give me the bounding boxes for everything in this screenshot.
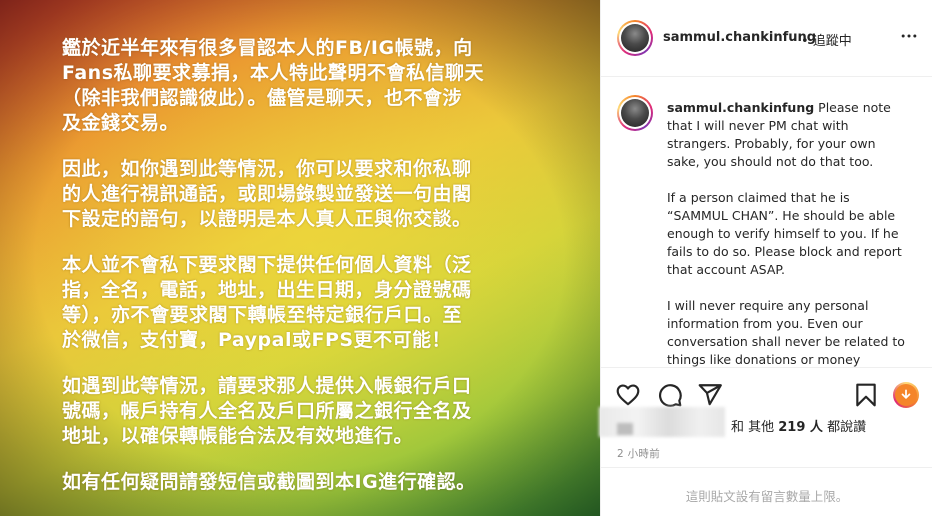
- comment-icon[interactable]: [657, 382, 683, 408]
- likes-text[interactable]: 和 其他 219 人 都說讚: [731, 416, 866, 435]
- follow-status[interactable]: • 追蹤中: [801, 30, 852, 49]
- liker-avatars-blurred: [599, 407, 725, 437]
- post-timestamp[interactable]: 2 小時前: [617, 446, 660, 461]
- notice-text-block: 鑑於近半年來有很多冒認本人的FB/IG帳號，向 Fans私聊要求募捐，本人特此聲…: [62, 36, 532, 516]
- likes-count[interactable]: 219 人: [778, 420, 823, 435]
- avatar-photo: [621, 24, 649, 52]
- caption-username[interactable]: sammul.chankinfung: [667, 100, 814, 115]
- caption-paragraph-3: I will never require any personal inform…: [667, 298, 905, 367]
- avatar[interactable]: [617, 20, 653, 56]
- post-caption: sammul.chankinfung Please note that I wi…: [667, 99, 912, 367]
- post-image[interactable]: 鑑於近半年來有很多冒認本人的FB/IG帳號，向 Fans私聊要求募捐，本人特此聲…: [0, 0, 600, 516]
- post-sidebar: sammul.chankinfung • 追蹤中 sammul.chankinf…: [599, 0, 932, 516]
- post-header: sammul.chankinfung • 追蹤中: [601, 0, 932, 77]
- header-username[interactable]: sammul.chankinfung: [663, 30, 816, 45]
- notice-paragraph-3: 本人並不會私下要求閣下提供任何個人資料（泛 指，全名，電話，地址，出生日期，身分…: [62, 254, 472, 351]
- notice-paragraph-4: 如遇到此等情況，請要求那人提供入帳銀行戶口 號碼，帳戶持有人全名及戶口所屬之銀行…: [62, 375, 472, 447]
- notice-paragraph-5: 如有任何疑問請發短信或截圖到本IG進行確認。: [62, 471, 476, 493]
- caption-paragraph-1: sammul.chankinfung Please note that I wi…: [667, 99, 912, 171]
- avatar-photo: [621, 99, 649, 127]
- comments-limited-notice: 這則貼文設有留言數量上限。: [685, 489, 849, 504]
- notice-paragraph-1: 鑑於近半年來有很多冒認本人的FB/IG帳號，向 Fans私聊要求募捐，本人特此聲…: [62, 37, 485, 134]
- likes-summary[interactable]: 和 其他 219 人 都說讚: [599, 407, 932, 439]
- download-circle-icon[interactable]: [893, 382, 919, 408]
- bookmark-icon[interactable]: [853, 382, 879, 408]
- heart-icon[interactable]: [615, 382, 641, 408]
- caption-paragraph-2: If a person claimed that he is “SAMMUL C…: [667, 190, 902, 277]
- paper-plane-icon[interactable]: [697, 382, 723, 408]
- comments-section[interactable]: sammul.chankinfung Please note that I wi…: [601, 77, 932, 367]
- more-horizontal-icon[interactable]: [899, 26, 919, 46]
- arrow-down-icon: [901, 389, 911, 399]
- notice-paragraph-2: 因此，如你遇到此等情況，你可以要求和你私聊 的人進行視訊通話，或即場錄製並發送一…: [62, 158, 472, 230]
- caption-avatar[interactable]: [617, 95, 653, 131]
- comment-footer: 這則貼文設有留言數量上限。: [601, 467, 932, 516]
